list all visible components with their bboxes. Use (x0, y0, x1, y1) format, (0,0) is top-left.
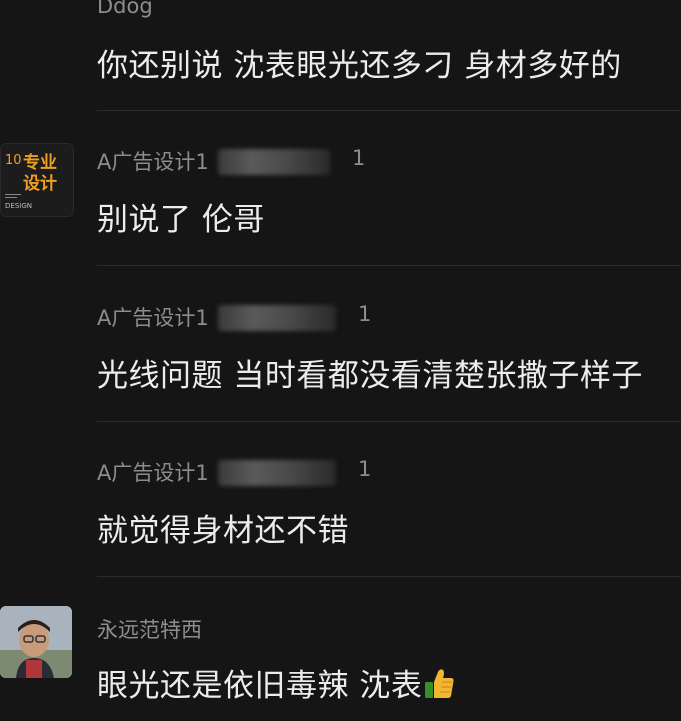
comment-text-content: 眼光还是依旧毒辣 沈表 (97, 668, 423, 704)
divider (97, 265, 681, 266)
avatar-logo-icon: 10 专业 设计 DESIGN (1, 144, 73, 216)
redaction-blur (218, 305, 336, 331)
comment-username[interactable]: A广告设计1 (97, 457, 209, 487)
divider (97, 576, 681, 577)
username-suffix: 1 (352, 146, 366, 170)
comment-username[interactable]: A广告设计1 (97, 302, 209, 332)
comment-username[interactable]: A广告设计1 (97, 146, 209, 176)
avatar-top-text: 专业 (23, 152, 57, 173)
comment-text: 你还别说 沈表眼光还多刁 身材多好的 (97, 48, 622, 84)
username-suffix: 1 (358, 457, 372, 481)
avatar-footer-text: DESIGN (5, 202, 32, 210)
comment-text: 光线问题 当时看都没看清楚张撒子样子 (97, 358, 643, 394)
comment-username[interactable]: 永远范特西 (97, 614, 202, 644)
redaction-blur (218, 460, 336, 486)
comment-text: 眼光还是依旧毒辣 沈表 (97, 660, 454, 708)
comment-username[interactable]: Ddog (97, 0, 153, 18)
divider (97, 110, 681, 111)
username-suffix: 1 (358, 302, 372, 326)
comment-text: 就觉得身材还不错 (97, 513, 349, 549)
avatar-photo-icon (0, 606, 72, 678)
avatar-corner-text: 10 (5, 153, 22, 168)
comment-text: 别说了 伦哥 (97, 202, 265, 238)
divider (97, 421, 681, 422)
redaction-blur (218, 149, 330, 175)
avatar[interactable]: 10 专业 设计 DESIGN (0, 143, 74, 217)
avatar-bottom-text: 设计 (23, 173, 57, 194)
thumbs-up-icon (424, 668, 454, 708)
avatar[interactable] (0, 606, 72, 678)
